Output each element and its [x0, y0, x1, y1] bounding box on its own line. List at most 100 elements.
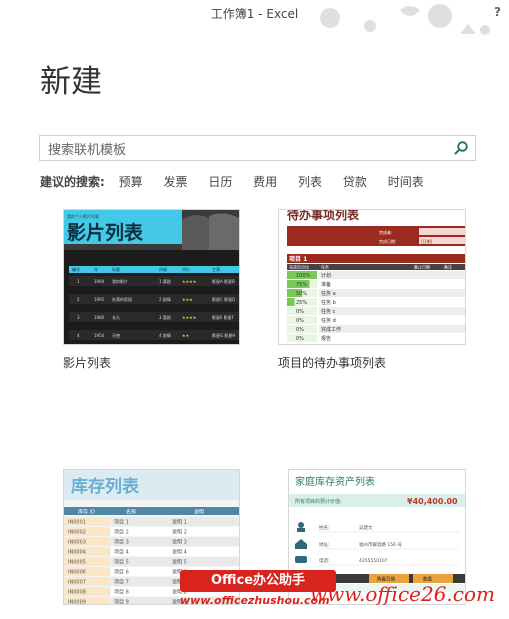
inventory-row-id: IN0002	[68, 530, 86, 536]
todo-row-bg	[319, 307, 465, 315]
inventory-row-name: 项目 4	[114, 550, 129, 556]
suggested-search-invoice[interactable]: 发票	[163, 175, 187, 189]
inventory-row-id: IN0003	[68, 540, 86, 546]
home-total-value: ¥40,400.00	[407, 497, 458, 506]
todo-list-preview: 待办事项列表 完成者: 完成日期: [日期] 项目 1 完成百分比 任务 截止日…	[279, 210, 465, 344]
todo-header-notes: 备注	[444, 264, 452, 270]
todo-row-progress	[287, 298, 295, 306]
home-title: 家庭库存资产列表	[295, 475, 375, 488]
todo-row-task: 计划	[321, 272, 331, 279]
movie-header-title: 标题	[112, 266, 120, 272]
person-icon-body	[297, 528, 305, 532]
movie-row3-rating: 3 喜剧	[159, 314, 171, 320]
todo-row-bg	[319, 280, 465, 288]
todo-row-bg	[319, 298, 465, 306]
movie-row4-star: 影星G 影星H	[212, 332, 235, 338]
search-input[interactable]: 搜索联机模板	[39, 135, 476, 161]
suggested-searches: 建议的搜索: 预算 发票 日历 费用 列表 贷款 时间表	[40, 173, 441, 190]
inventory-header-desc: 说明	[194, 509, 204, 516]
inventory-row-name: 项目 7	[114, 580, 129, 586]
suggested-search-list[interactable]: 列表	[298, 175, 322, 189]
inventory-row-name: 项目 9	[114, 600, 129, 605]
home-info-name-value: 吴建文	[359, 524, 373, 531]
suggested-search-timesheet[interactable]: 时间表	[388, 175, 424, 189]
inventory-row-desc: 说明 1	[172, 519, 187, 526]
movie-row1-year: 1994	[94, 279, 105, 284]
movie-small-title: 我的个人影片列表	[67, 213, 99, 219]
todo-row-percent: 25%	[296, 300, 307, 306]
home-info-phone-value: 4355550107	[359, 558, 388, 564]
inventory-row-id: IN0008	[68, 590, 86, 596]
inventory-row-id: IN0004	[68, 550, 86, 556]
page-title: 新建	[40, 64, 102, 100]
movie-row3-title: 长久	[112, 314, 120, 320]
window-title: 工作簿1 - Excel	[210, 7, 299, 21]
movie-row1-stars: ★★★★	[182, 279, 197, 284]
suggested-search-loan[interactable]: 贷款	[343, 175, 367, 189]
template-label-movie-list[interactable]: 影片列表	[63, 354, 111, 371]
help-button[interactable]: ?	[494, 5, 501, 19]
movie-row3-year: 1980	[94, 315, 105, 320]
template-label-todo-list[interactable]: 项目的待办事项列表	[278, 354, 386, 371]
inventory-row-name: 项目 3	[114, 540, 129, 546]
todo-row-percent: 0%	[296, 327, 304, 333]
home-total-label: 所有项目的预计价值:	[295, 498, 342, 505]
todo-row-task: 完成工作	[321, 326, 341, 333]
movie-row3-stars: ★★★★	[182, 315, 197, 320]
movie-row3-star: 影星E 影星F	[212, 314, 235, 320]
movie-row4-title: 天使	[112, 332, 120, 338]
movie-header-number: 编号	[72, 266, 80, 272]
inventory-row-name: 项目 8	[114, 590, 129, 596]
todo-row-task: 报告	[321, 335, 331, 342]
phone-icon	[295, 556, 307, 563]
movie-row2-star: 影星C 影星D	[212, 296, 235, 302]
todo-row-task: 准备	[321, 281, 331, 288]
todo-section: 项目 1	[289, 255, 307, 263]
todo-row-percent: 0%	[296, 309, 304, 315]
inventory-header-id: 库存 ID	[78, 509, 95, 516]
todo-field-date: [日期]	[421, 238, 433, 244]
movie-title: 影片列表	[67, 221, 144, 244]
inventory-row-id: IN0007	[68, 580, 86, 586]
suggested-search-calendar[interactable]: 日历	[208, 175, 232, 189]
movie-header-star: 主演	[212, 266, 220, 272]
home-info-address-value: 福州市解放路 156 号	[359, 541, 402, 548]
todo-field-completed-date: 完成日期:	[379, 238, 396, 244]
movie-row2-stars: ★★★	[182, 297, 193, 302]
movie-row1-title: 我的影片	[112, 278, 128, 284]
movie-row2-year: 1995	[94, 297, 105, 302]
movie-row2-rating: 2 剧情	[159, 296, 171, 302]
inventory-header-name: 名称	[126, 509, 136, 516]
todo-row-task: 任务 a	[321, 290, 336, 297]
movie-header-year: 年	[94, 266, 98, 272]
movie-header-review: 评价	[182, 266, 190, 272]
inventory-row-name: 项目 1	[114, 520, 129, 526]
search-icon[interactable]	[453, 140, 469, 156]
todo-row-task: 任务 b	[321, 299, 336, 306]
inventory-title: 库存列表	[71, 476, 140, 497]
suggested-search-budget[interactable]: 预算	[119, 175, 143, 189]
suggested-search-expense[interactable]: 费用	[253, 175, 277, 189]
movie-header-rating: 评级	[159, 266, 167, 272]
todo-row-bg	[319, 316, 465, 324]
suggested-searches-label: 建议的搜索:	[40, 175, 105, 189]
inventory-row-desc: 说明 2	[172, 529, 187, 536]
todo-header-due: 截止日期	[414, 264, 430, 270]
todo-field-completed-by: 完成者:	[379, 229, 392, 235]
template-todo-list[interactable]: 待办事项列表 完成者: 完成日期: [日期] 项目 1 完成百分比 任务 截止日…	[278, 209, 466, 345]
todo-header-task: 任务	[321, 264, 329, 270]
movie-row2-title: 失落的家园	[112, 296, 132, 302]
template-movie-list[interactable]: 我的个人影片列表 影片列表 编号 年 标题 评级 评价 主演 1 1994 我的…	[63, 209, 240, 345]
watermark-url: www.officezhushou.com	[180, 594, 330, 607]
todo-title: 待办事项列表	[287, 210, 360, 222]
todo-row-percent: 75%	[296, 282, 307, 288]
home-info-address-key: 地址:	[319, 541, 330, 548]
inventory-row-desc: 说明 4	[172, 549, 187, 556]
todo-row-bg	[319, 334, 465, 342]
movie-list-preview: 我的个人影片列表 影片列表 编号 年 标题 评级 评价 主演 1 1994 我的…	[64, 210, 239, 344]
inventory-row-id: IN0009	[68, 600, 86, 605]
todo-row-percent: 50%	[296, 291, 307, 297]
todo-row-bg	[319, 271, 465, 279]
todo-row-task: 任务 d	[321, 317, 336, 324]
search-placeholder: 搜索联机模板	[48, 143, 127, 158]
